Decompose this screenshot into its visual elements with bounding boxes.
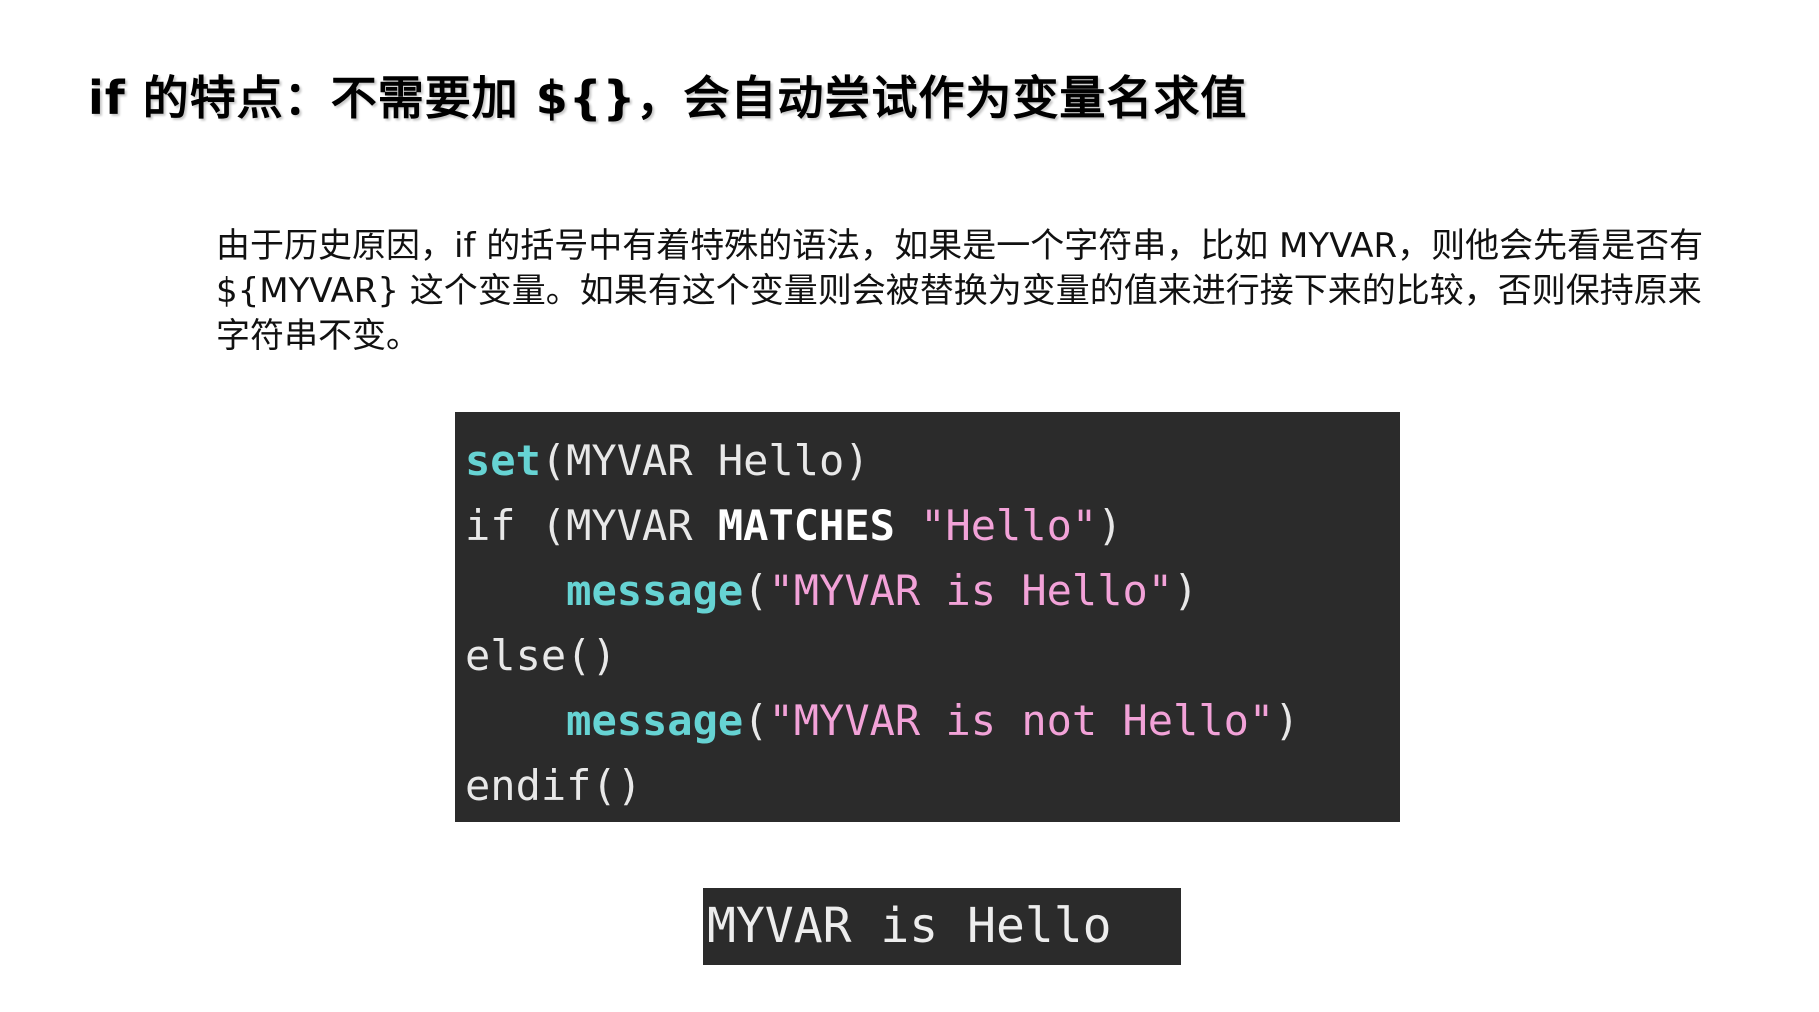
code-line-set: set(MYVAR Hello): [465, 428, 1400, 493]
code-if-open: (MYVAR: [515, 501, 718, 550]
code-if-close: ): [1097, 501, 1123, 550]
code-endif-parens: (): [591, 761, 643, 810]
code-message-open: (: [743, 696, 769, 745]
code-line-else: else(): [465, 623, 1400, 688]
code-string-hello: "Hello": [920, 501, 1098, 550]
code-keyword-endif: endif: [465, 761, 592, 810]
code-keyword-set: set: [465, 436, 541, 485]
code-keyword-message: message: [566, 696, 744, 745]
code-block: set(MYVAR Hello) if (MYVAR MATCHES "Hello…: [455, 412, 1400, 822]
code-message-close: ): [1274, 696, 1300, 745]
code-keyword-else: else: [465, 631, 567, 680]
code-line-message-1: message("MYVAR is Hello"): [465, 558, 1400, 623]
explanation-paragraph: 由于历史原因，if 的括号中有着特殊的语法，如果是一个字符串，比如 MYVAR，…: [216, 226, 1704, 356]
code-message-open: (: [743, 566, 769, 615]
code-set-args: (MYVAR Hello): [540, 436, 870, 485]
code-operator-matches: MATCHES: [717, 501, 895, 550]
code-string-is-hello: "MYVAR is Hello": [768, 566, 1174, 615]
slide-title: if 的特点：不需要加 ${}，会自动尝试作为变量名求值: [88, 71, 1248, 125]
code-line-if: if (MYVAR MATCHES "Hello"): [465, 493, 1400, 558]
console-output: MYVAR is Hello: [703, 888, 1181, 965]
code-line-message-2: message("MYVAR is not Hello"): [465, 688, 1400, 753]
code-message-close: ): [1173, 566, 1199, 615]
code-line-endif: endif(): [465, 753, 1400, 818]
code-keyword-message: message: [566, 566, 744, 615]
code-string-is-not-hello: "MYVAR is not Hello": [768, 696, 1275, 745]
code-else-parens: (): [566, 631, 617, 680]
code-keyword-if: if: [465, 501, 516, 550]
